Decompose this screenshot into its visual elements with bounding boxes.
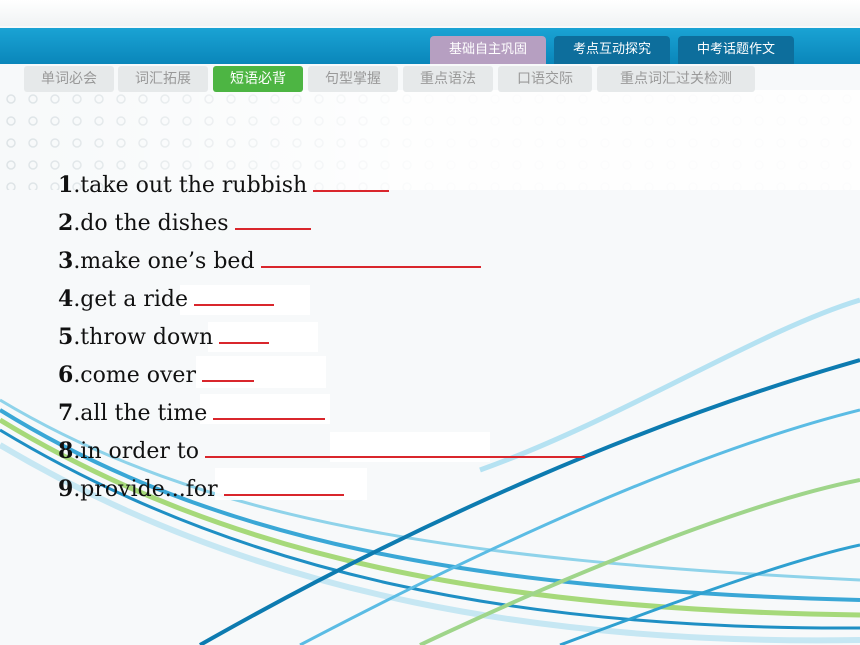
phrase-item: 4.get a ride [58,286,275,312]
subtab-phrases[interactable]: 短语必背 [213,66,303,92]
answer-blank [234,210,311,230]
answer-blank [194,286,275,306]
phrase-item: 2.do the dishes [58,210,311,236]
phrase-item: 3.make one’s bed [58,248,481,274]
phrase-item: 6.come over [58,362,254,388]
phrase-item: 5.throw down [58,324,270,350]
answer-blank [219,324,270,344]
subtab-words[interactable]: 单词必会 [24,66,114,92]
answer-blank [260,248,481,268]
answer-blank [201,362,254,382]
answer-blank [313,172,390,192]
subtab-speaking[interactable]: 口语交际 [498,66,592,92]
phrase-item: 1.take out the rubbish [58,172,390,198]
tab-basic-review[interactable]: 基础自主巩固 [430,36,546,64]
phrase-item: 7.all the time [58,400,326,426]
phrase-item: 8.in order to [58,438,585,464]
phrase-item: 9.provide...for [58,476,344,502]
tab-topic-writing[interactable]: 中考话题作文 [678,36,794,64]
top-strip [0,0,860,26]
subtab-vocab-test[interactable]: 重点词汇过关检测 [597,66,755,92]
answer-blank [213,400,326,420]
background-swoosh [0,90,860,645]
subtab-sentence-patterns[interactable]: 句型掌握 [308,66,398,92]
subtab-vocab-expansion[interactable]: 词汇拓展 [118,66,208,92]
subtab-grammar[interactable]: 重点语法 [403,66,493,92]
answer-blank [204,438,585,458]
answer-blank [223,476,344,496]
tab-exam-points[interactable]: 考点互动探究 [554,36,670,64]
